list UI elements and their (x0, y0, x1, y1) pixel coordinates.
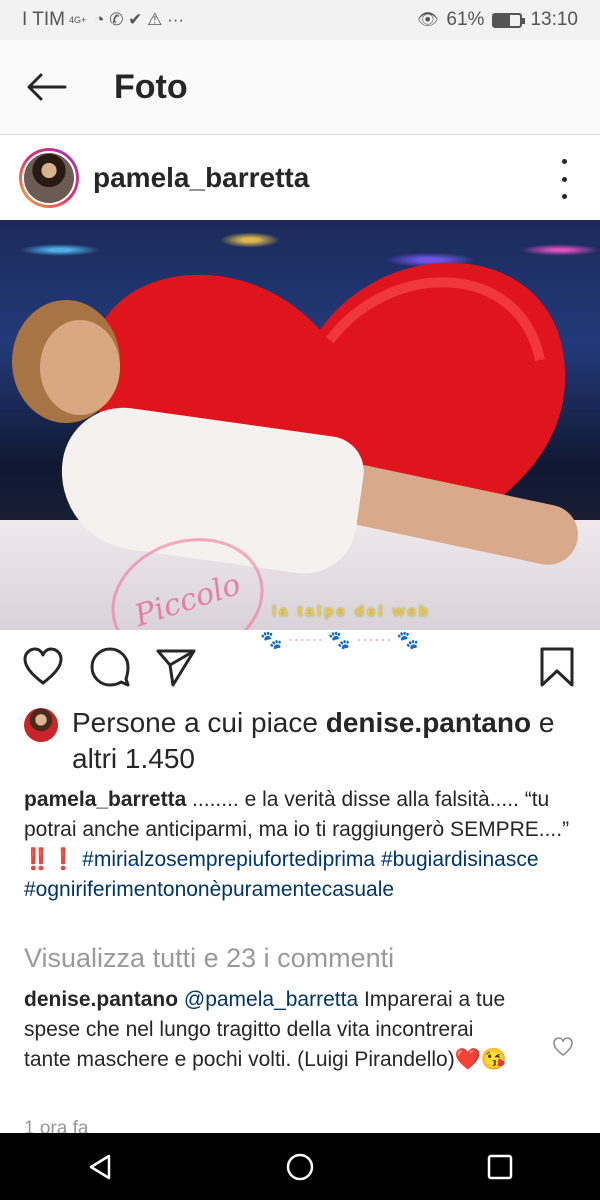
post-username[interactable]: pamela_barretta (93, 162, 309, 194)
post-header: pamela_barretta (0, 135, 600, 220)
nav-home-button[interactable] (270, 1137, 330, 1197)
arrow-left-icon (27, 73, 67, 101)
bookmark-icon[interactable] (536, 646, 578, 688)
back-button[interactable] (0, 40, 92, 135)
likes-summary[interactable]: Persone a cui piace denise.pantano e alt… (24, 705, 584, 777)
likes-text: Persone a cui piace denise.pantano e alt… (72, 705, 584, 777)
decorative-stickers: 🐾 ⋯⋯ 🐾 ⋯⋯ 🐾 (260, 630, 420, 650)
comment-mention[interactable]: @pamela_barretta (184, 988, 358, 1011)
status-bar: I TIM 4G+ ◔ ✆ ✔ ⚠ ··· 👁 61% 13:10 (0, 0, 600, 40)
post-caption: pamela_barretta ........ e la verità dis… (24, 785, 579, 905)
comment: denise.pantano @pamela_barretta Imparera… (24, 985, 524, 1075)
likes-user[interactable]: denise.pantano (326, 707, 531, 738)
likes-prefix: Persone a cui piace (72, 707, 326, 738)
heart-small-icon[interactable] (552, 1036, 574, 1058)
status-left: I TIM 4G+ ◔ ✆ ✔ ⚠ ··· (22, 9, 184, 31)
hashtag[interactable]: #mirialzosemprepiufortediprima (82, 848, 375, 871)
comment-username[interactable]: denise.pantano (24, 988, 178, 1011)
photo-person-head (40, 320, 120, 415)
battery-icon (492, 12, 526, 28)
notification-icons: ◔ ✆ ✔ ⚠ ··· (94, 10, 185, 29)
dot (561, 194, 567, 199)
profile-avatar[interactable] (19, 147, 79, 208)
app-header: Foto (0, 40, 600, 135)
heart-outline-icon[interactable] (22, 646, 64, 688)
network-type: 4G+ (68, 14, 87, 25)
more-options-button[interactable] (552, 159, 576, 199)
more-vertical-icon (561, 159, 567, 164)
nav-back-button[interactable] (70, 1137, 130, 1197)
battery-fill (494, 14, 511, 26)
circle-home-icon (286, 1153, 314, 1180)
comment-bubble-icon[interactable] (89, 646, 131, 688)
action-row: 🐾 ⋯⋯ 🐾 ⋯⋯ 🐾 (0, 630, 600, 702)
triangle-back-icon (89, 1154, 111, 1179)
system-nav-bar (0, 1133, 600, 1200)
hashtag[interactable]: #ogniriferimentononèpuramentecasuale (24, 878, 394, 901)
eye-icon: 👁 (416, 10, 439, 29)
battery-percent: 61% (446, 9, 485, 30)
nav-recents-button[interactable] (470, 1137, 530, 1197)
photo-watermark: la talpe del web (272, 603, 431, 620)
clock: 13:10 (530, 9, 578, 30)
liker-avatar (24, 708, 58, 742)
post-photo[interactable]: la talpe del web Piccolo (0, 220, 600, 630)
carrier-label: I TIM (22, 9, 65, 30)
status-right: 👁 61% 13:10 (417, 9, 578, 31)
paper-plane-icon[interactable] (155, 646, 197, 688)
avatar-image (22, 150, 76, 205)
caption-username[interactable]: pamela_barretta (24, 788, 186, 811)
hashtag[interactable]: #bugiardisinasce (381, 848, 539, 871)
view-all-comments-link[interactable]: Visualizza tutti e 23 i commenti (24, 943, 394, 974)
dot (561, 176, 567, 182)
page-title: Foto (114, 67, 188, 106)
square-recents-icon (487, 1154, 513, 1179)
